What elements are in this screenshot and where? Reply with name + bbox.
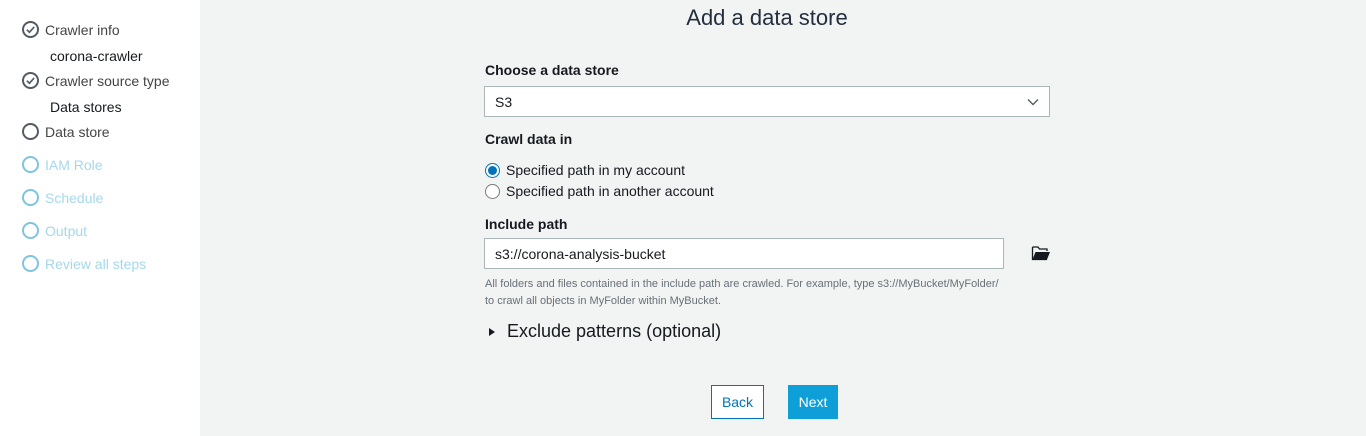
circle-icon (22, 255, 39, 272)
radio-button-checked[interactable] (485, 162, 500, 178)
help-line: to crawl all objects in MyFolder within … (485, 295, 721, 307)
page-title: Add a data store (686, 5, 848, 30)
step-label: Crawler info (45, 21, 120, 38)
data-store-select-value: S3 (495, 93, 513, 110)
step-review-all-steps: Review all steps (22, 255, 146, 272)
include-path-input[interactable] (484, 238, 1004, 269)
next-button[interactable]: Next (788, 385, 838, 419)
step-output: Output (22, 222, 87, 239)
circle-icon (22, 156, 39, 173)
back-button[interactable]: Back (711, 385, 764, 419)
exclude-patterns-label: Exclude patterns (optional) (507, 321, 722, 341)
check-circle-icon (22, 21, 39, 38)
step-crawler-info-value: corona-crawler (50, 48, 143, 64)
step-label: Data store (45, 123, 110, 140)
radio-my-account[interactable]: Specified path in my account (485, 162, 685, 178)
circle-icon (22, 123, 39, 140)
folder-open-icon[interactable] (1031, 244, 1051, 262)
step-crawler-source-type[interactable]: Crawler source type (22, 72, 170, 89)
include-path-label: Include path (485, 216, 568, 232)
step-iam-role: IAM Role (22, 156, 103, 173)
crawl-data-in-label: Crawl data in (485, 131, 573, 147)
check-circle-icon (22, 72, 39, 89)
radio-label: Specified path in another account (506, 183, 714, 199)
step-schedule: Schedule (22, 189, 103, 206)
circle-icon (22, 189, 39, 206)
include-path-help: All folders and files contained in the i… (485, 276, 1065, 310)
data-store-select[interactable]: S3 (484, 86, 1050, 117)
step-label: IAM Role (45, 156, 103, 173)
circle-icon (22, 222, 39, 239)
step-label: Crawler source type (45, 72, 170, 89)
main-content: Add a data store Choose a data store S3 … (200, 0, 1366, 436)
step-crawler-info[interactable]: Crawler info (22, 21, 120, 38)
chevron-down-icon (1027, 98, 1039, 106)
help-line: All folders and files contained in the i… (485, 278, 999, 290)
exclude-patterns-expander[interactable]: Exclude patterns (optional) (489, 321, 721, 342)
radio-another-account[interactable]: Specified path in another account (485, 183, 714, 199)
step-label: Output (45, 222, 88, 239)
caret-right-icon (489, 327, 495, 336)
radio-label: Specified path in my account (506, 162, 685, 178)
scrollbar[interactable] (1360, 0, 1366, 436)
data-store-label: Choose a data store (485, 62, 619, 78)
step-label: Schedule (45, 189, 104, 206)
step-label: Review all steps (45, 255, 147, 272)
step-crawler-source-type-value: Data stores (50, 99, 122, 115)
step-data-store[interactable]: Data store (22, 123, 110, 140)
wizard-sidebar: Crawler info corona-crawler Crawler sour… (0, 0, 200, 436)
radio-button[interactable] (485, 183, 500, 199)
